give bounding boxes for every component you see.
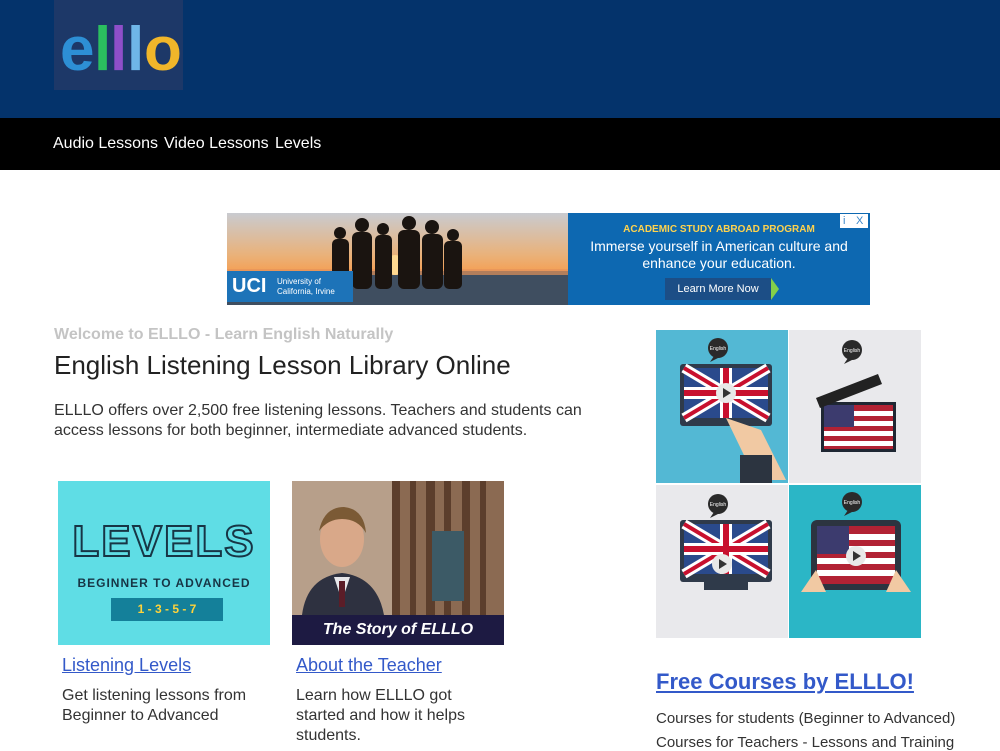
ad-close-icon[interactable]: X bbox=[856, 214, 863, 228]
levels-image-subtitle: BEGINNER TO ADVANCED bbox=[77, 576, 251, 590]
listening-levels-description: Get listening lessons from Beginner to A… bbox=[62, 687, 247, 724]
svg-text:English: English bbox=[710, 346, 727, 352]
svg-text:English: English bbox=[844, 500, 861, 506]
welcome-subtitle: Welcome to ELLLO - Learn English Natural… bbox=[54, 326, 394, 343]
free-courses-link[interactable]: Free Courses by ELLLO! bbox=[656, 669, 914, 695]
levels-image-title: LEVELS bbox=[71, 516, 256, 567]
ello-logo[interactable]: elllo bbox=[54, 0, 183, 90]
logo-letter: e bbox=[60, 15, 94, 84]
levels-image-numbers: 1 - 3 - 5 - 7 bbox=[111, 598, 223, 621]
courses-students-text: Courses for students (Beginner to Advanc… bbox=[656, 710, 956, 727]
courses-teachers-text: Courses for Teachers - Lessons and Train… bbox=[656, 734, 955, 751]
nav-audio-lessons[interactable]: Audio Lessons bbox=[53, 135, 158, 153]
levels-card-image[interactable]: LEVELS BEGINNER TO ADVANCED 1 - 3 - 5 - … bbox=[58, 481, 270, 645]
ad-photo-sunset-group: UCI University of California, Irvine bbox=[227, 213, 568, 305]
courses-collage: English English English English bbox=[656, 330, 921, 638]
listening-levels-link[interactable]: Listening Levels bbox=[62, 655, 191, 676]
uci-university-name: University of California, Irvine bbox=[277, 277, 335, 296]
ad-cta-arrow-icon bbox=[771, 278, 779, 300]
ad-kicker: ACADEMIC STUDY ABROAD PROGRAM bbox=[623, 224, 815, 235]
nav-video-lessons[interactable]: Video Lessons bbox=[164, 135, 269, 153]
logo-letter: o bbox=[144, 15, 182, 84]
teacher-image-caption: The Story of ELLLO bbox=[292, 615, 504, 645]
nav-levels[interactable]: Levels bbox=[275, 135, 321, 153]
about-teacher-link[interactable]: About the Teacher bbox=[296, 655, 442, 676]
teacher-card-image[interactable]: The Story of ELLLO bbox=[292, 481, 504, 645]
free-courses-image[interactable]: English English English English bbox=[656, 330, 921, 638]
svg-text:English: English bbox=[844, 348, 861, 354]
main-nav: Audio Lessons Video Lessons Levels bbox=[0, 118, 1000, 170]
ad-choices[interactable]: i X bbox=[840, 214, 868, 228]
logo-letter: l bbox=[110, 15, 127, 84]
site-header: elllo bbox=[0, 0, 1000, 118]
page-title: English Listening Lesson Library Online bbox=[54, 350, 511, 380]
ad-body-text: Immerse yourself in American culture and… bbox=[590, 238, 848, 271]
about-teacher-description: Learn how ELLLO got started and how it h… bbox=[296, 687, 465, 744]
svg-text:English: English bbox=[710, 502, 727, 508]
ad-banner[interactable]: UCI University of California, Irvine ACA… bbox=[227, 213, 870, 305]
logo-letter: l bbox=[94, 15, 111, 84]
logo-wordmark: e ll l o bbox=[60, 15, 182, 84]
intro-paragraph: ELLLO offers over 2,500 free listening l… bbox=[54, 402, 582, 439]
ad-learn-more-button[interactable]: Learn More Now bbox=[665, 278, 771, 300]
logo-letter: l bbox=[127, 15, 144, 84]
ad-info-icon[interactable]: i bbox=[843, 214, 845, 228]
uci-logo-text: UCI bbox=[232, 275, 267, 297]
uci-badge: UCI University of California, Irvine bbox=[227, 271, 353, 302]
